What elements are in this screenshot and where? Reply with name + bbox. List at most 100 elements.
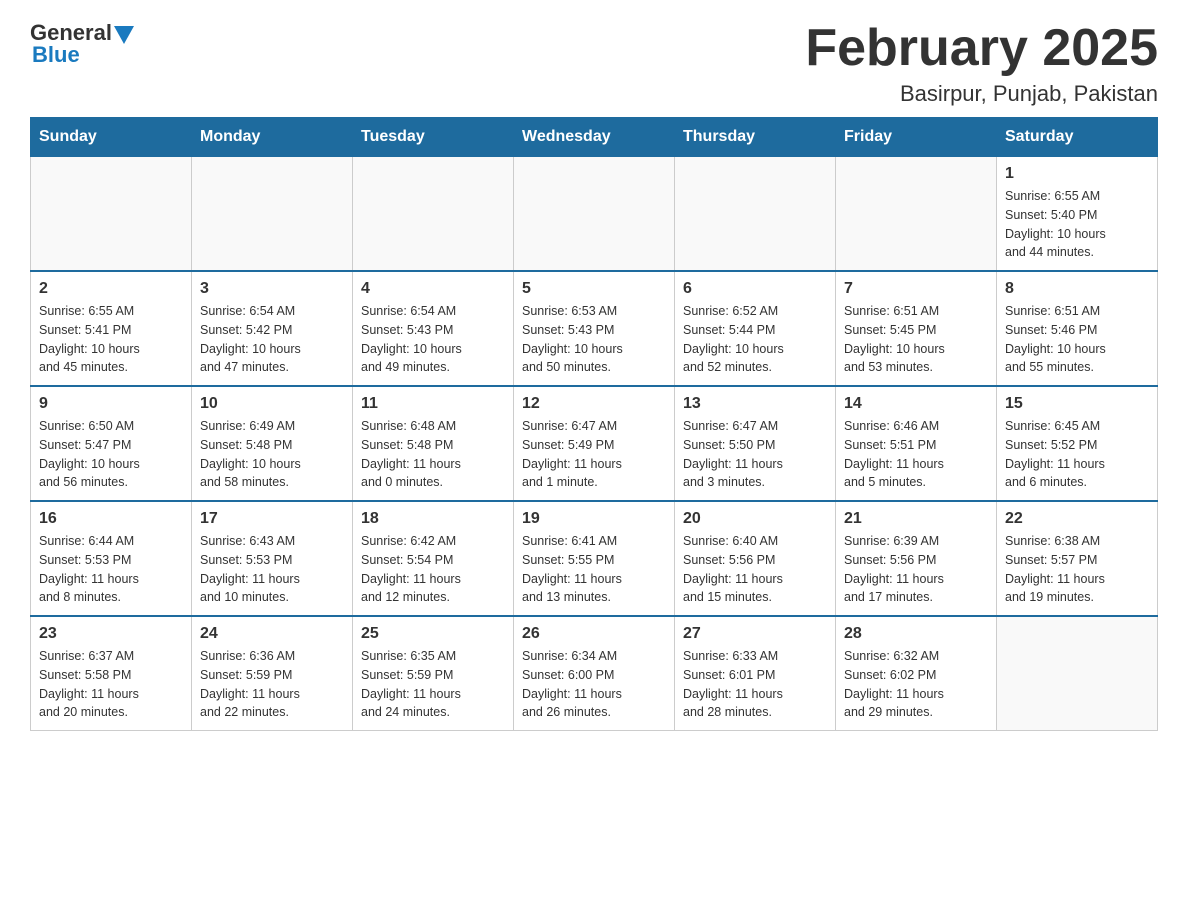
week-row-2: 2 Sunrise: 6:55 AM Sunset: 5:41 PM Daylig…: [31, 271, 1158, 386]
day-number: 1: [1005, 165, 1149, 183]
day-number: 14: [844, 395, 988, 413]
day-number: 22: [1005, 510, 1149, 528]
calendar-cell: 25 Sunrise: 6:35 AM Sunset: 5:59 PM Dayli…: [353, 616, 514, 731]
day-info: Sunrise: 6:39 AM Sunset: 5:56 PM Dayligh…: [844, 532, 988, 607]
weekday-header-thursday: Thursday: [675, 118, 836, 157]
weekday-header-monday: Monday: [192, 118, 353, 157]
calendar-cell: 21 Sunrise: 6:39 AM Sunset: 5:56 PM Dayli…: [836, 501, 997, 616]
weekday-header-row: SundayMondayTuesdayWednesdayThursdayFrid…: [31, 118, 1158, 157]
calendar-cell: 2 Sunrise: 6:55 AM Sunset: 5:41 PM Daylig…: [31, 271, 192, 386]
calendar-cell: 23Sunrise: 6:37 AM Sunset: 5:58 PM Dayli…: [31, 616, 192, 731]
calendar-cell: 15Sunrise: 6:45 AM Sunset: 5:52 PM Dayli…: [997, 386, 1158, 501]
calendar-cell: 1 Sunrise: 6:55 AM Sunset: 5:40 PM Daylig…: [997, 157, 1158, 272]
day-info: Sunrise: 6:55 AM Sunset: 5:41 PM Dayligh…: [39, 302, 183, 377]
weekday-header-sunday: Sunday: [31, 118, 192, 157]
day-info: Sunrise: 6:46 AM Sunset: 5:51 PM Dayligh…: [844, 417, 988, 492]
day-info: Sunrise: 6:40 AM Sunset: 5:56 PM Dayligh…: [683, 532, 827, 607]
day-number: 12: [522, 395, 666, 413]
day-number: 18: [361, 510, 505, 528]
day-info: Sunrise: 6:49 AM Sunset: 5:48 PM Dayligh…: [200, 417, 344, 492]
logo-blue: Blue: [32, 42, 80, 68]
day-info: Sunrise: 6:51 AM Sunset: 5:45 PM Dayligh…: [844, 302, 988, 377]
calendar-title: February 2025: [805, 20, 1158, 77]
calendar-cell: 8Sunrise: 6:51 AM Sunset: 5:46 PM Daylig…: [997, 271, 1158, 386]
calendar-cell: [353, 157, 514, 272]
calendar-cell: 3 Sunrise: 6:54 AM Sunset: 5:42 PM Daylig…: [192, 271, 353, 386]
day-info: Sunrise: 6:52 AM Sunset: 5:44 PM Dayligh…: [683, 302, 827, 377]
calendar-cell: 20 Sunrise: 6:40 AM Sunset: 5:56 PM Dayli…: [675, 501, 836, 616]
calendar-cell: [836, 157, 997, 272]
weekday-header-friday: Friday: [836, 118, 997, 157]
calendar-table: SundayMondayTuesdayWednesdayThursdayFrid…: [30, 117, 1158, 731]
day-number: 2: [39, 280, 183, 298]
day-number: 25: [361, 625, 505, 643]
day-number: 3: [200, 280, 344, 298]
day-info: Sunrise: 6:43 AM Sunset: 5:53 PM Dayligh…: [200, 532, 344, 607]
calendar-cell: 28 Sunrise: 6:32 AM Sunset: 6:02 PM Dayli…: [836, 616, 997, 731]
day-info: Sunrise: 6:48 AM Sunset: 5:48 PM Dayligh…: [361, 417, 505, 492]
calendar-cell: [997, 616, 1158, 731]
logo: General Blue: [30, 20, 134, 68]
calendar-cell: [675, 157, 836, 272]
day-info: Sunrise: 6:47 AM Sunset: 5:50 PM Dayligh…: [683, 417, 827, 492]
day-number: 5: [522, 280, 666, 298]
calendar-cell: 5Sunrise: 6:53 AM Sunset: 5:43 PM Daylig…: [514, 271, 675, 386]
day-info: Sunrise: 6:35 AM Sunset: 5:59 PM Dayligh…: [361, 647, 505, 722]
week-row-1: 1 Sunrise: 6:55 AM Sunset: 5:40 PM Daylig…: [31, 157, 1158, 272]
day-info: Sunrise: 6:54 AM Sunset: 5:42 PM Dayligh…: [200, 302, 344, 377]
day-number: 11: [361, 395, 505, 413]
day-number: 21: [844, 510, 988, 528]
calendar-cell: 9 Sunrise: 6:50 AM Sunset: 5:47 PM Daylig…: [31, 386, 192, 501]
day-number: 13: [683, 395, 827, 413]
calendar-cell: 7 Sunrise: 6:51 AM Sunset: 5:45 PM Daylig…: [836, 271, 997, 386]
day-number: 20: [683, 510, 827, 528]
calendar-cell: 4 Sunrise: 6:54 AM Sunset: 5:43 PM Daylig…: [353, 271, 514, 386]
calendar-cell: 27 Sunrise: 6:33 AM Sunset: 6:01 PM Dayli…: [675, 616, 836, 731]
day-info: Sunrise: 6:55 AM Sunset: 5:40 PM Dayligh…: [1005, 187, 1149, 262]
weekday-header-tuesday: Tuesday: [353, 118, 514, 157]
weekday-header-saturday: Saturday: [997, 118, 1158, 157]
week-row-3: 9 Sunrise: 6:50 AM Sunset: 5:47 PM Daylig…: [31, 386, 1158, 501]
logo-triangle-icon: [114, 26, 134, 44]
calendar-cell: 13 Sunrise: 6:47 AM Sunset: 5:50 PM Dayli…: [675, 386, 836, 501]
day-info: Sunrise: 6:33 AM Sunset: 6:01 PM Dayligh…: [683, 647, 827, 722]
calendar-cell: 10 Sunrise: 6:49 AM Sunset: 5:48 PM Dayli…: [192, 386, 353, 501]
calendar-cell: 11 Sunrise: 6:48 AM Sunset: 5:48 PM Dayli…: [353, 386, 514, 501]
day-number: 24: [200, 625, 344, 643]
header: General Blue February 2025 Basirpur, Pun…: [30, 20, 1158, 107]
calendar-cell: [514, 157, 675, 272]
day-number: 6: [683, 280, 827, 298]
day-info: Sunrise: 6:32 AM Sunset: 6:02 PM Dayligh…: [844, 647, 988, 722]
day-number: 8: [1005, 280, 1149, 298]
day-info: Sunrise: 6:44 AM Sunset: 5:53 PM Dayligh…: [39, 532, 183, 607]
calendar-cell: 14 Sunrise: 6:46 AM Sunset: 5:51 PM Dayli…: [836, 386, 997, 501]
weekday-header-wednesday: Wednesday: [514, 118, 675, 157]
day-number: 28: [844, 625, 988, 643]
calendar-cell: 16Sunrise: 6:44 AM Sunset: 5:53 PM Dayli…: [31, 501, 192, 616]
day-number: 10: [200, 395, 344, 413]
calendar-cell: 19 Sunrise: 6:41 AM Sunset: 5:55 PM Dayli…: [514, 501, 675, 616]
title-block: February 2025 Basirpur, Punjab, Pakistan: [805, 20, 1158, 107]
calendar-cell: 18 Sunrise: 6:42 AM Sunset: 5:54 PM Dayli…: [353, 501, 514, 616]
day-info: Sunrise: 6:36 AM Sunset: 5:59 PM Dayligh…: [200, 647, 344, 722]
calendar-subtitle: Basirpur, Punjab, Pakistan: [805, 81, 1158, 107]
day-number: 23: [39, 625, 183, 643]
day-number: 7: [844, 280, 988, 298]
day-number: 9: [39, 395, 183, 413]
day-number: 19: [522, 510, 666, 528]
day-info: Sunrise: 6:50 AM Sunset: 5:47 PM Dayligh…: [39, 417, 183, 492]
calendar-cell: [192, 157, 353, 272]
calendar-cell: 12 Sunrise: 6:47 AM Sunset: 5:49 PM Dayli…: [514, 386, 675, 501]
day-number: 17: [200, 510, 344, 528]
day-number: 27: [683, 625, 827, 643]
day-number: 4: [361, 280, 505, 298]
calendar-cell: 24 Sunrise: 6:36 AM Sunset: 5:59 PM Dayli…: [192, 616, 353, 731]
day-info: Sunrise: 6:47 AM Sunset: 5:49 PM Dayligh…: [522, 417, 666, 492]
calendar-cell: [31, 157, 192, 272]
day-info: Sunrise: 6:42 AM Sunset: 5:54 PM Dayligh…: [361, 532, 505, 607]
day-number: 26: [522, 625, 666, 643]
day-info: Sunrise: 6:54 AM Sunset: 5:43 PM Dayligh…: [361, 302, 505, 377]
day-info: Sunrise: 6:41 AM Sunset: 5:55 PM Dayligh…: [522, 532, 666, 607]
week-row-4: 16Sunrise: 6:44 AM Sunset: 5:53 PM Dayli…: [31, 501, 1158, 616]
day-number: 15: [1005, 395, 1149, 413]
